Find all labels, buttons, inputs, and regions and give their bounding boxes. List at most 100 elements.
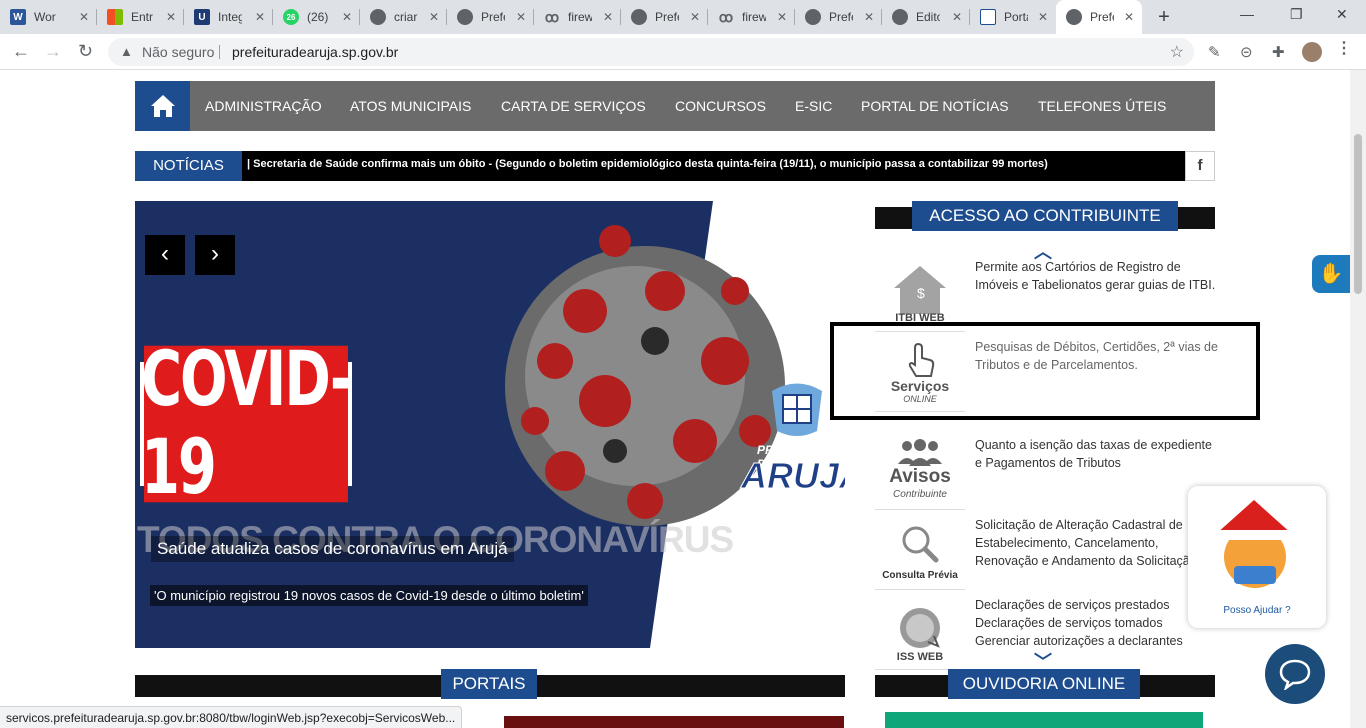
word-icon: W <box>10 9 26 25</box>
status-bar: servicos.prefeituradearuja.sp.gov.br:808… <box>0 706 463 728</box>
nav-item-telefones-uteis[interactable]: TELEFONES ÚTEIS <box>1038 98 1166 114</box>
ouvidoria-thumbnail[interactable] <box>885 712 1203 728</box>
close-icon[interactable]: ✕ <box>864 10 874 24</box>
section-title: PORTAIS <box>441 669 537 699</box>
window-close-icon[interactable]: ✕ <box>1336 6 1348 23</box>
globe-icon <box>370 9 386 25</box>
forward-icon[interactable]: → <box>44 42 62 60</box>
browser-toolbar: ← → ↻ ▲ Não seguro prefeituradearuja.sp.… <box>0 34 1366 70</box>
puzzle-icon[interactable]: ✚ <box>1272 43 1285 61</box>
tab-title: Entr <box>131 10 154 24</box>
browser-tabstrip: W Wor ✕ Entr ✕ U Integ ✕ 26 (26) ✕ criar… <box>0 0 1366 34</box>
chat-bubble-icon[interactable] <box>1265 644 1325 704</box>
santa-hat-icon <box>1216 500 1292 534</box>
browser-tab[interactable]: ꝏ firew ✕ <box>708 0 795 34</box>
tab-title: (26) <box>307 10 329 24</box>
page-scrollbar[interactable] <box>1350 70 1366 728</box>
facebook-icon[interactable]: f <box>1185 151 1215 181</box>
tab-title: Integ <box>218 10 242 24</box>
browser-tab[interactable]: W Wor ✕ <box>0 0 97 34</box>
portais-header: PORTAIS <box>135 669 845 699</box>
close-icon[interactable]: ✕ <box>255 10 265 24</box>
news-ticker: NOTÍCIAS | Secretaria de Saúde confirma … <box>135 151 1215 181</box>
service-avisos[interactable]: Avisos Contribuinte Quanto a isenção das… <box>875 436 1220 516</box>
nav-item-portal-de-noticias[interactable]: PORTAL DE NOTÍCIAS <box>861 98 1009 114</box>
service-desc: Permite aos Cartórios de Registro de Imó… <box>975 260 1216 292</box>
whatsapp-icon: 26 <box>283 9 299 25</box>
browser-tab[interactable]: Edito ✕ <box>882 0 970 34</box>
close-icon[interactable]: ✕ <box>166 10 176 24</box>
back-icon[interactable]: ← <box>12 42 30 60</box>
browser-tab[interactable]: Entr ✕ <box>97 0 184 34</box>
close-icon[interactable]: ✕ <box>516 10 526 24</box>
slide-subcaption: 'O município registrou 19 novos casos de… <box>150 585 588 606</box>
main-nav: ADMINISTRAÇÃO ATOS MUNICIPAIS CARTA DE S… <box>135 81 1215 131</box>
warning-icon[interactable]: ▲ <box>120 44 133 59</box>
slider-prev-button[interactable]: ‹ <box>145 235 185 275</box>
globe-icon <box>805 9 821 25</box>
close-icon[interactable]: ✕ <box>603 10 613 24</box>
tab-title: Porta <box>1004 10 1028 24</box>
highlight-box <box>830 322 1260 420</box>
slider-next-button[interactable]: › <box>195 235 235 275</box>
close-icon[interactable]: ✕ <box>777 10 787 24</box>
nav-item-e-sic[interactable]: E-SIC <box>795 98 832 114</box>
tab-title: Prefe <box>829 10 853 24</box>
news-slider[interactable]: ‹ › COVID-19 PREFEITURA DE ARUJÁ TODOS C… <box>135 201 845 648</box>
crest-icon <box>980 9 996 25</box>
section-title[interactable]: OUVIDORIA ONLINE <box>948 669 1140 699</box>
bookmark-star-icon[interactable]: ☆ <box>1170 42 1184 62</box>
nav-item-atos-municipais[interactable]: ATOS MUNICIPAIS <box>350 98 471 114</box>
tab-title: Prefe <box>481 10 505 24</box>
menu-icon[interactable]: ⋮ <box>1336 41 1352 57</box>
close-icon[interactable]: ✕ <box>429 10 439 24</box>
nav-item-administracao[interactable]: ADMINISTRAÇÃO <box>205 98 322 114</box>
scrollbar-thumb[interactable] <box>1354 134 1362 294</box>
news-ticker-text[interactable]: | Secretaria de Saúde confirma mais um ó… <box>247 158 1177 170</box>
assistant-label: Posso Ajudar ? <box>1223 605 1291 616</box>
browser-tab[interactable]: U Integ ✕ <box>184 0 273 34</box>
assistant-widget[interactable]: Posso Ajudar ? <box>1188 486 1326 628</box>
security-label[interactable]: Não seguro <box>142 44 214 60</box>
browser-tab[interactable]: criar ✕ <box>360 0 447 34</box>
iss-icon: ISS WEB <box>875 596 965 670</box>
close-icon[interactable]: ✕ <box>690 10 700 24</box>
close-icon[interactable]: ✕ <box>952 10 962 24</box>
tab-title: Wor <box>34 10 56 24</box>
extension-icon[interactable]: ⊝ <box>1240 43 1253 61</box>
close-icon[interactable]: ✕ <box>79 10 89 24</box>
service-consulta-previa[interactable]: Consulta Prévia Solicitação de Alteração… <box>875 516 1220 596</box>
tab-title: firew <box>742 10 766 24</box>
vlibras-hand-icon[interactable]: ✋ <box>1312 255 1350 293</box>
prefeitura-logo: PREFEITURA DE ARUJÁ <box>737 381 845 511</box>
browser-tab[interactable]: 26 (26) ✕ <box>273 0 360 34</box>
close-icon[interactable]: ✕ <box>1124 10 1134 24</box>
browser-tab[interactable]: Prefe ✕ <box>795 0 882 34</box>
home-icon[interactable] <box>135 81 190 131</box>
globe-icon <box>1066 9 1082 25</box>
tab-title: criar <box>394 10 418 24</box>
browser-tab[interactable]: Prefe ✕ <box>621 0 708 34</box>
close-icon[interactable]: ✕ <box>342 10 352 24</box>
portal-thumbnail[interactable] <box>504 716 844 728</box>
browser-tab[interactable]: Porta ✕ <box>970 0 1056 34</box>
maximize-icon[interactable]: ❐ <box>1290 6 1303 23</box>
slide-caption[interactable]: Saúde atualiza casos de coronavírus em A… <box>151 536 514 562</box>
nav-item-concursos[interactable]: CONCURSOS <box>675 98 766 114</box>
minimize-icon[interactable]: — <box>1240 6 1254 22</box>
browser-tab[interactable]: ꝏ firew ✕ <box>534 0 621 34</box>
extension-icon[interactable]: ✎ <box>1208 43 1221 61</box>
profile-avatar[interactable] <box>1302 42 1322 62</box>
url-text[interactable]: prefeituradearuja.sp.gov.br <box>232 44 398 60</box>
svg-text:$: $ <box>917 285 925 301</box>
nav-item-carta-de-servicos[interactable]: CARTA DE SERVIÇOS <box>501 98 646 114</box>
news-label: NOTÍCIAS <box>135 151 242 181</box>
browser-tab[interactable]: Prefe ✕ <box>447 0 534 34</box>
new-tab-icon[interactable]: + <box>1152 6 1176 30</box>
bug-icon: ꝏ <box>718 8 734 25</box>
service-desc: Declarações de serviços prestados Declar… <box>975 598 1183 648</box>
close-icon[interactable]: ✕ <box>1038 10 1048 24</box>
reload-icon[interactable]: ↻ <box>78 42 93 60</box>
address-bar[interactable]: ▲ Não seguro prefeituradearuja.sp.gov.br… <box>108 38 1194 66</box>
browser-tab-active[interactable]: Prefe ✕ <box>1056 0 1142 34</box>
